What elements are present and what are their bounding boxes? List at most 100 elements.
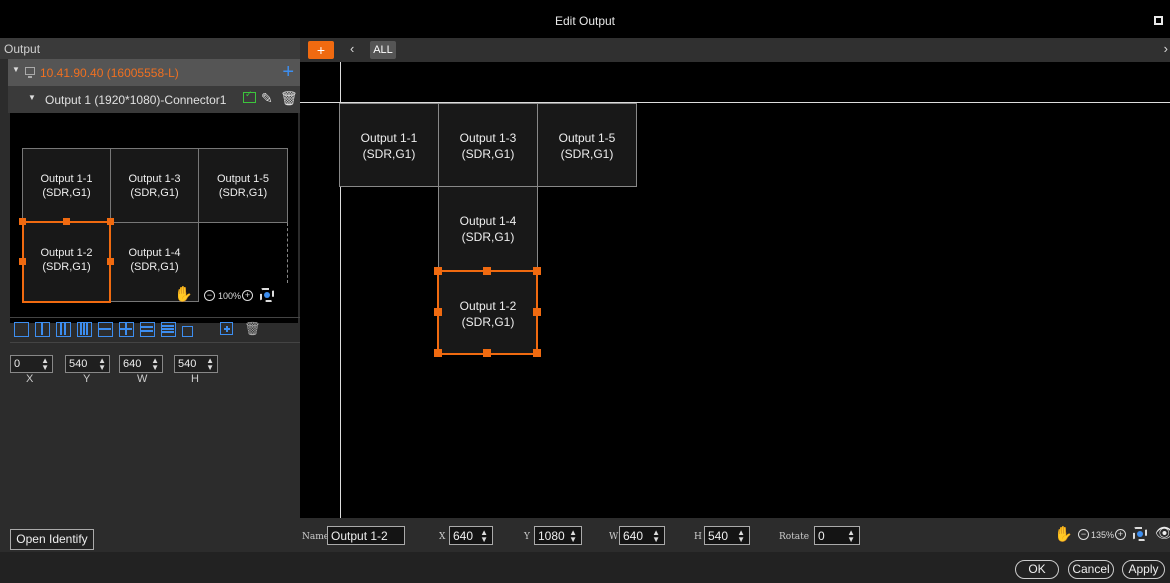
cell-sub: (SDR,G1) [560, 147, 614, 161]
cell-name: Output 1-5 [217, 173, 269, 185]
layout-four-row-icon[interactable] [161, 322, 176, 337]
layout-grid-icon[interactable] [119, 322, 134, 337]
name-value: Output 1-2 [331, 529, 388, 543]
output-cell[interactable]: Output 1-5 (SDR,G1) [537, 103, 637, 187]
device-label: 10.41.90.40 (16005558-L) [40, 66, 179, 80]
spin-arrows-icon[interactable]: ▲ ▼ [737, 529, 745, 544]
fit-view-icon[interactable] [1133, 527, 1147, 541]
h-field[interactable]: 540 ▲ ▼ [174, 355, 218, 373]
chevron-right-icon[interactable]: › [1164, 41, 1168, 56]
rotate-field[interactable]: 0 ▲ ▼ [814, 526, 860, 545]
delete-window-icon[interactable]: 🗑 [244, 321, 261, 337]
apply-button[interactable]: Apply [1122, 560, 1165, 579]
monitor-check-icon[interactable] [243, 89, 256, 103]
maximize-icon[interactable] [1154, 16, 1163, 25]
cell-sub: (SDR,G1) [461, 147, 515, 161]
resize-handle[interactable] [107, 218, 114, 225]
trash-icon[interactable]: 🗑 [280, 90, 298, 107]
name-input[interactable]: Output 1-2 [327, 526, 405, 545]
x-label: X [439, 532, 446, 542]
expand-arrow-icon[interactable]: ▼ [28, 93, 36, 102]
x-value: 640 [453, 529, 474, 543]
w-field[interactable]: 640 ▲ ▼ [119, 355, 163, 373]
resize-handle[interactable] [533, 267, 541, 275]
cell-name: Output 1-5 [558, 131, 616, 145]
zoom-out-icon[interactable]: − [204, 290, 215, 301]
output-cell[interactable]: Output 1-3 (SDR,G1) [438, 103, 538, 187]
layout-overlap-icon[interactable] [182, 326, 193, 337]
w-field[interactable]: 640 ▲ ▼ [619, 526, 665, 545]
resize-handle[interactable] [19, 218, 26, 225]
output-panel: Output ▼ 10.41.90.40 (16005558-L) + ▼ Ou… [0, 38, 300, 552]
resize-handle[interactable] [533, 308, 541, 316]
layout-two-col-icon[interactable] [35, 322, 50, 337]
cell-name: Output 1-4 [459, 214, 517, 228]
chevron-left-icon[interactable]: ‹ [350, 41, 354, 56]
layout-three-row-icon[interactable] [140, 322, 155, 337]
spin-arrows-icon[interactable]: ▲ ▼ [652, 529, 660, 544]
spin-arrows-icon[interactable]: ▲ ▼ [569, 529, 577, 544]
resize-handle[interactable] [19, 258, 26, 265]
ok-button[interactable]: OK [1015, 560, 1059, 579]
all-tab[interactable]: ALL [370, 41, 396, 59]
cancel-button[interactable]: Cancel [1068, 560, 1114, 579]
add-window-icon[interactable] [220, 322, 233, 335]
hand-pan-icon[interactable]: ✋ [174, 285, 193, 303]
zoom-level: 100% [218, 291, 242, 301]
layout-single-icon[interactable] [14, 322, 29, 337]
preview-cell[interactable]: Output 1-1 (SDR,G1) [22, 148, 111, 223]
zoom-in-icon[interactable]: + [242, 290, 253, 301]
eye-icon[interactable]: 👁 [1155, 524, 1170, 542]
h-field[interactable]: 540 ▲ ▼ [704, 526, 750, 545]
output-tree-item[interactable]: ▼ Output 1 (1920*1080)-Connector1 ✎ 🗑 [8, 86, 300, 113]
layout-four-col-icon[interactable] [77, 322, 92, 337]
window-title: Edit Output [554, 14, 616, 28]
resize-handle[interactable] [483, 267, 491, 275]
add-output-icon[interactable]: + [282, 59, 294, 85]
cell-sub: (SDR,G1) [362, 147, 416, 161]
resize-handle[interactable] [483, 349, 491, 357]
resize-handle[interactable] [434, 267, 442, 275]
x-field[interactable]: 0 ▲ ▼ [10, 355, 53, 373]
y-field[interactable]: 1080 ▲ ▼ [534, 526, 582, 545]
layout-three-col-icon[interactable] [56, 322, 71, 337]
rotate-label: Rotate [779, 532, 810, 542]
fit-view-icon[interactable] [260, 288, 274, 302]
hand-pan-icon[interactable]: ✋ [1054, 525, 1073, 543]
w-value: 640 [623, 529, 644, 543]
spin-arrows-icon[interactable]: ▲ ▼ [41, 357, 49, 372]
spin-arrows-icon[interactable]: ▲ ▼ [206, 357, 214, 372]
cell-name: Output 1-1 [40, 173, 93, 185]
add-button[interactable]: + [308, 41, 334, 59]
open-identify-button[interactable]: Open Identify [10, 529, 94, 550]
preview-cell[interactable]: Output 1-5 (SDR,G1) [198, 148, 288, 223]
x-field[interactable]: 640 ▲ ▼ [449, 526, 493, 545]
output-canvas[interactable]: Output 1-1 (SDR,G1) Output 1-3 (SDR,G1) … [300, 62, 1170, 518]
spin-arrows-icon[interactable]: ▲ ▼ [847, 529, 855, 544]
preview-toolbar: ✋ − 100% + [10, 285, 298, 307]
cell-name: Output 1-3 [128, 173, 181, 185]
resize-handle[interactable] [434, 308, 442, 316]
device-tree-item[interactable]: ▼ 10.41.90.40 (16005558-L) + [8, 59, 300, 86]
y-field[interactable]: 540 ▲ ▼ [65, 355, 110, 373]
output-cell[interactable]: Output 1-1 (SDR,G1) [339, 103, 439, 187]
resize-handle[interactable] [63, 218, 70, 225]
spin-arrows-icon[interactable]: ▲ ▼ [98, 357, 106, 372]
h-value: 540 [178, 358, 197, 370]
cell-sub: (SDR,G1) [218, 187, 268, 199]
output-cell[interactable]: Output 1-4 (SDR,G1) [438, 186, 538, 272]
spin-arrows-icon[interactable]: ▲ ▼ [151, 357, 159, 372]
layout-two-row-icon[interactable] [98, 322, 113, 337]
cell-sub: (SDR,G1) [461, 230, 515, 244]
zoom-in-icon[interactable]: + [1115, 529, 1126, 540]
expand-arrow-icon[interactable]: ▼ [12, 65, 20, 74]
resize-handle[interactable] [533, 349, 541, 357]
edit-icon[interactable]: ✎ [261, 90, 273, 107]
y-value: 1080 [538, 529, 565, 543]
resize-handle[interactable] [107, 258, 114, 265]
spin-arrows-icon[interactable]: ▲ ▼ [480, 529, 488, 544]
preview-cell[interactable]: Output 1-3 (SDR,G1) [110, 148, 199, 223]
y-label: Y [83, 373, 91, 385]
zoom-out-icon[interactable]: − [1078, 529, 1089, 540]
resize-handle[interactable] [434, 349, 442, 357]
